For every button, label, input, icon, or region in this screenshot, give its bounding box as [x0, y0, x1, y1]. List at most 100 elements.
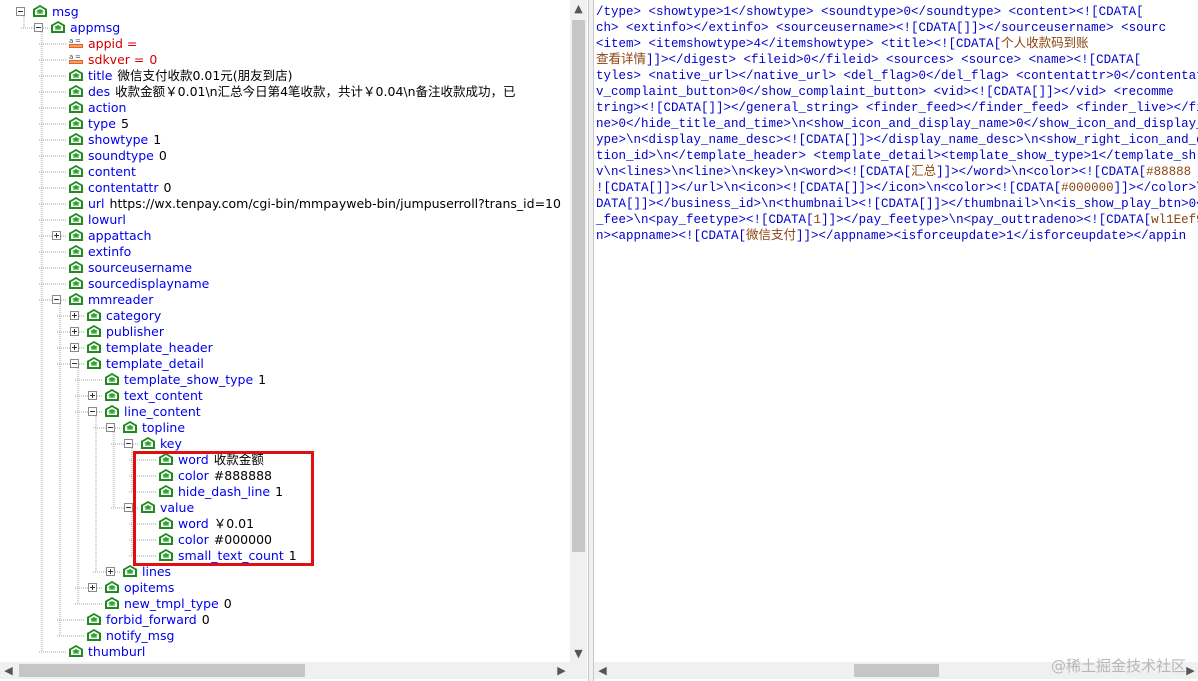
- tree-node-label: word: [178, 452, 209, 467]
- element-icon: [105, 405, 119, 417]
- collapse-icon[interactable]: [106, 423, 115, 432]
- element-icon: [33, 5, 47, 17]
- watermark: @稀土掘金技术社区: [1050, 657, 1186, 675]
- tree-node-label: appattach: [88, 228, 152, 243]
- expand-icon[interactable]: [88, 391, 97, 400]
- tree-node-label: contentattr: [88, 180, 159, 195]
- xml-markup-text: DATA[]]></business_id>\n<thumbnail><![CD…: [596, 197, 1198, 211]
- tree-node-label: appid =: [88, 36, 138, 51]
- tree-node-value: #000000: [213, 532, 272, 547]
- tree-node-label: type: [88, 116, 116, 131]
- tree-node-value: 1: [275, 484, 284, 499]
- expand-icon[interactable]: [70, 311, 79, 320]
- element-icon: [105, 581, 119, 593]
- xml-cdata-text: 1: [813, 213, 822, 227]
- element-icon: [159, 533, 173, 545]
- element-icon: [69, 213, 83, 225]
- tree-node-value: 微信支付收款0.01元(朋友到店): [117, 68, 293, 83]
- collapse-icon[interactable]: [34, 23, 43, 32]
- xml-viewer-window: msg appmsg a = appid = a = sdkver = 0 title 微信支付收款…: [0, 0, 1198, 681]
- tree-node-label: opitems: [124, 580, 175, 595]
- svg-text:=: =: [75, 37, 81, 45]
- xml-tree[interactable]: msg appmsg a = appid = a = sdkver = 0 title 微信支付收款…: [0, 4, 570, 662]
- element-icon: [105, 373, 119, 385]
- expand-icon[interactable]: [70, 327, 79, 336]
- xml-source-line: tion_id>\n</template_header> <template_d…: [596, 148, 1196, 164]
- expand-icon[interactable]: [106, 567, 115, 576]
- xml-markup-text: ype>\n<display_name_desc><![CDATA[]]></d…: [596, 133, 1198, 147]
- xml-cdata-text: wl1Eef9De: [1151, 213, 1198, 227]
- expand-icon[interactable]: [52, 231, 61, 240]
- tree-node-label: color: [178, 468, 209, 483]
- collapse-icon[interactable]: [124, 439, 133, 448]
- element-icon: [69, 133, 83, 145]
- tree-node-label: template_header: [106, 340, 213, 355]
- tree-node-value: 1: [288, 548, 297, 563]
- expand-icon[interactable]: [88, 583, 97, 592]
- tree-node-value: 收款金额: [213, 452, 264, 467]
- element-icon: [159, 485, 173, 497]
- collapse-icon[interactable]: [52, 295, 61, 304]
- xml-markup-text: ]]></pay_feetype>\n<pay_outtradeno><![CD…: [821, 213, 1152, 227]
- tree-vertical-scrollbar[interactable]: ▲ ▼: [570, 0, 587, 662]
- scroll-thumb[interactable]: [572, 20, 585, 552]
- tree-node-label: value: [160, 500, 195, 515]
- element-icon: [87, 629, 101, 641]
- element-icon: [105, 389, 119, 401]
- tree-pane: msg appmsg a = appid = a = sdkver = 0 title 微信支付收款…: [0, 0, 589, 681]
- xml-markup-text: ]]></word>\n<color><![CDATA[: [936, 165, 1147, 179]
- attribute-icon: a =: [69, 37, 83, 48]
- element-icon: [123, 565, 137, 577]
- tree-node-label: topline: [142, 420, 186, 435]
- tree-node-label: forbid_forward: [106, 612, 197, 627]
- tree-node-label: sourcedisplayname: [88, 276, 210, 291]
- tree-node-value: 0: [201, 612, 210, 627]
- xml-source-text[interactable]: /type> <showtype>1</showtype> <soundtype…: [596, 4, 1198, 249]
- xml-source-line: ype>\n<display_name_desc><![CDATA[]]></d…: [596, 132, 1198, 148]
- xml-source-line: /type> <showtype>1</showtype> <soundtype…: [596, 4, 1144, 20]
- collapse-icon[interactable]: [124, 503, 133, 512]
- collapse-icon[interactable]: [88, 407, 97, 416]
- collapse-icon[interactable]: [70, 359, 79, 368]
- element-icon: [159, 517, 173, 529]
- tree-node-value: 1: [153, 132, 162, 147]
- svg-text:a: a: [69, 53, 73, 61]
- tree-node-label: mmreader: [88, 292, 154, 307]
- element-icon: [123, 421, 137, 433]
- tree-horizontal-scrollbar[interactable]: ◀ ▶: [0, 662, 570, 679]
- scroll-left-icon[interactable]: ◀: [594, 662, 611, 679]
- scroll-thumb[interactable]: [19, 664, 305, 677]
- scroll-down-icon[interactable]: ▼: [570, 645, 587, 662]
- tree-node-label: soundtype: [88, 148, 154, 163]
- scroll-thumb[interactable]: [854, 664, 939, 677]
- xml-source-line: n><appname><![CDATA[微信支付]]></appname><is…: [596, 228, 1186, 244]
- tree-node-label: template_detail: [106, 356, 204, 371]
- xml-cdata-text: #88888: [1146, 165, 1192, 179]
- element-icon: [87, 325, 101, 337]
- tree-node-label: template_show_type: [124, 372, 254, 387]
- xml-source-line: DATA[]]></business_id>\n<thumbnail><![CD…: [596, 196, 1198, 212]
- xml-source-line: 查看详情]]></digest> <fileid>0</fileid> <sou…: [596, 52, 1141, 68]
- tree-node-label: category: [106, 308, 162, 323]
- xml-markup-text: tyles> <native_url></native_url> <del_fl…: [596, 69, 1198, 83]
- element-icon: [87, 613, 101, 625]
- tree-node-label: text_content: [124, 388, 203, 403]
- tree-node-label: new_tmpl_type: [124, 596, 219, 611]
- element-icon: [159, 549, 173, 561]
- tree-node-label: showtype: [88, 132, 149, 147]
- tree-node-value: 1: [258, 372, 267, 387]
- element-icon: [69, 277, 83, 289]
- scroll-left-icon[interactable]: ◀: [0, 662, 17, 679]
- collapse-icon[interactable]: [16, 7, 25, 16]
- xml-markup-text: ]]></appname><isforceupdate>1</isforceup…: [796, 229, 1187, 243]
- xml-markup-text: ch> <extinfo></extinfo> <sourceusername>…: [596, 21, 1167, 35]
- tree-node-label: action: [88, 100, 127, 115]
- tree-node-label: publisher: [106, 324, 165, 339]
- xml-markup-text: n><appname><![CDATA[: [596, 229, 747, 243]
- attribute-icon: a =: [69, 53, 83, 64]
- scroll-up-icon[interactable]: ▲: [570, 0, 587, 17]
- tree-node-label: color: [178, 532, 209, 547]
- expand-icon[interactable]: [70, 343, 79, 352]
- scroll-right-icon[interactable]: ▶: [553, 662, 570, 679]
- tree-node-label: url: [88, 196, 105, 211]
